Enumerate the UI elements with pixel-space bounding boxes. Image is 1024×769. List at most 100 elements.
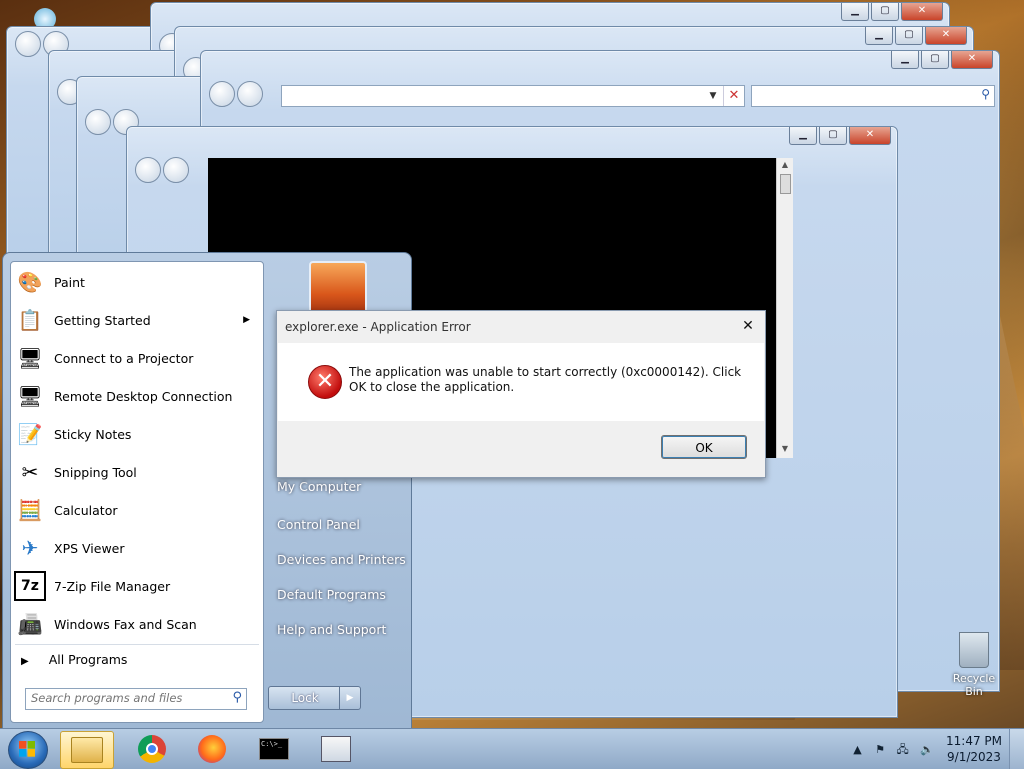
minimize-icon[interactable]: ▁ <box>891 51 919 69</box>
maximize-icon[interactable]: ▢ <box>819 127 847 145</box>
program-label: Windows Fax and Scan <box>54 616 197 632</box>
network-icon[interactable]: 🖧 <box>897 743 909 756</box>
firefox-icon <box>198 735 226 763</box>
maximize-icon[interactable]: ▢ <box>895 27 923 45</box>
cmd-icon: C:\>_ <box>259 738 289 760</box>
recycle-bin[interactable]: Recycle Bin <box>944 632 1004 698</box>
close-icon[interactable]: ✕ <box>925 27 967 45</box>
dialog-close-icon[interactable]: ✕ <box>739 318 757 335</box>
dialog-message: The application was unable to start corr… <box>349 365 742 394</box>
dialog-title: explorer.exe - Application Error <box>285 320 471 334</box>
program-item-calculator[interactable]: 🧮 Calculator <box>14 492 260 528</box>
back-icon[interactable] <box>15 31 41 57</box>
chevron-right-icon: ▶ <box>243 315 250 325</box>
program-list: 🎨 Paint 📋 Getting Started ▶ 🖥 Connect to… <box>10 261 264 723</box>
clock-date: 9/1/2023 <box>947 750 1001 764</box>
caption-buttons: ▁ ▢ ✕ <box>789 127 891 145</box>
scroll-thumb[interactable] <box>780 174 791 194</box>
maximize-icon[interactable]: ▢ <box>871 3 899 21</box>
stop-icon[interactable]: ✕ <box>723 86 744 106</box>
program-item-paint[interactable]: 🎨 Paint <box>14 264 260 300</box>
scrollbar[interactable]: ▲ ▼ <box>776 158 793 458</box>
program-label: XPS Viewer <box>54 540 125 556</box>
program-item-getting-started[interactable]: 📋 Getting Started ▶ <box>14 302 260 338</box>
lock-button[interactable]: Lock <box>268 686 342 710</box>
taskbar: C:\>_ ▲ ⚑ 🖧 🔈 11:47 PM 9/1/2023 <box>0 728 1024 769</box>
windows-logo-icon <box>19 741 35 757</box>
shutdown-options-icon[interactable]: ▶ <box>339 686 361 710</box>
start-link-devices-printers[interactable]: Devices and Printers <box>277 552 406 567</box>
start-link-my-computer[interactable]: My Computer <box>277 479 361 494</box>
caption-buttons: ▁ ▢ ✕ <box>865 27 967 45</box>
error-dialog: explorer.exe - Application Error ✕ ✕ The… <box>276 310 766 478</box>
minimize-icon[interactable]: ▁ <box>841 3 869 21</box>
paint-icon: 🎨 <box>17 270 43 294</box>
close-icon[interactable]: ✕ <box>849 127 891 145</box>
program-label: 7-Zip File Manager <box>54 578 171 594</box>
ok-button[interactable]: OK <box>661 435 747 459</box>
close-icon[interactable]: ✕ <box>951 51 993 69</box>
clock[interactable]: 11:47 PM 9/1/2023 <box>946 733 1002 765</box>
forward-icon[interactable] <box>237 81 263 107</box>
projector-icon: 🖥 <box>17 346 43 370</box>
program-label: Connect to a Projector <box>54 350 194 366</box>
firefox-taskbar-button[interactable] <box>186 731 238 767</box>
back-icon[interactable] <box>209 81 235 107</box>
all-programs-item[interactable]: ▶ All Programs <box>21 652 127 667</box>
close-icon[interactable]: ✕ <box>901 3 943 21</box>
folder-icon <box>71 737 103 763</box>
nav-buttons <box>209 81 263 107</box>
program-item-remote-desktop[interactable]: 🖥 Remote Desktop Connection <box>14 378 260 414</box>
cmd-taskbar-button[interactable]: C:\>_ <box>248 731 300 767</box>
program-label: Paint <box>54 274 85 290</box>
explorer-taskbar-button[interactable] <box>60 731 114 769</box>
address-bar[interactable]: ▼ ✕ <box>281 85 745 107</box>
search-icon[interactable]: ⚲ <box>232 690 242 705</box>
getting-started-icon: 📋 <box>17 308 43 332</box>
volume-icon[interactable]: 🔈 <box>920 743 934 756</box>
caption-buttons: ▁ ▢ ✕ <box>891 51 993 69</box>
start-search-input[interactable] <box>26 689 221 707</box>
calculator-icon: 🧮 <box>17 498 43 522</box>
recycle-bin-label: Recycle Bin <box>952 672 996 698</box>
divider <box>15 644 259 645</box>
program-label: Sticky Notes <box>54 426 132 442</box>
chrome-icon <box>138 735 166 763</box>
back-icon[interactable] <box>135 157 161 183</box>
user-picture[interactable] <box>309 261 367 317</box>
clock-time: 11:47 PM <box>946 734 1002 748</box>
scroll-down-icon[interactable]: ▼ <box>777 444 793 453</box>
minimize-icon[interactable]: ▁ <box>865 27 893 45</box>
notepad-taskbar-button[interactable] <box>310 731 362 767</box>
minimize-icon[interactable]: ▁ <box>789 127 817 145</box>
start-link-control-panel[interactable]: Control Panel <box>277 517 360 532</box>
start-search-box[interactable]: ⚲ <box>25 688 247 710</box>
chevron-right-icon: ▶ <box>21 656 29 667</box>
program-item-projector[interactable]: 🖥 Connect to a Projector <box>14 340 260 376</box>
action-center-icon[interactable]: ⚑ <box>875 743 885 756</box>
snipping-tool-icon: ✂ <box>21 460 39 484</box>
forward-icon[interactable] <box>163 157 189 183</box>
maximize-icon[interactable]: ▢ <box>921 51 949 69</box>
show-desktop-button[interactable] <box>1009 729 1024 769</box>
nav-buttons <box>135 157 189 183</box>
start-link-help-support[interactable]: Help and Support <box>277 622 386 637</box>
window-app-icon <box>321 736 351 762</box>
program-item-sticky-notes[interactable]: 📝 Sticky Notes <box>14 416 260 452</box>
chrome-taskbar-button[interactable] <box>126 731 178 767</box>
scroll-up-icon[interactable]: ▲ <box>777 160 793 169</box>
sticky-notes-icon: 📝 <box>17 422 43 446</box>
back-icon[interactable] <box>85 109 111 135</box>
program-item-snipping-tool[interactable]: ✂ Snipping Tool <box>14 454 260 490</box>
tray-chevron-icon[interactable]: ▲ <box>853 743 861 756</box>
start-button[interactable] <box>8 731 48 769</box>
start-link-default-programs[interactable]: Default Programs <box>277 587 386 602</box>
program-item-xps-viewer[interactable]: ✈ XPS Viewer <box>14 530 260 566</box>
program-label: Getting Started <box>54 312 151 328</box>
program-item-7zip[interactable]: 7z 7-Zip File Manager <box>14 568 260 604</box>
chevron-down-icon[interactable]: ▼ <box>704 86 722 106</box>
window-search-input[interactable]: ⚲ <box>751 85 995 107</box>
program-item-fax-scan[interactable]: 📠 Windows Fax and Scan <box>14 606 260 642</box>
program-label: Remote Desktop Connection <box>54 388 233 404</box>
fax-scan-icon: 📠 <box>17 612 43 636</box>
